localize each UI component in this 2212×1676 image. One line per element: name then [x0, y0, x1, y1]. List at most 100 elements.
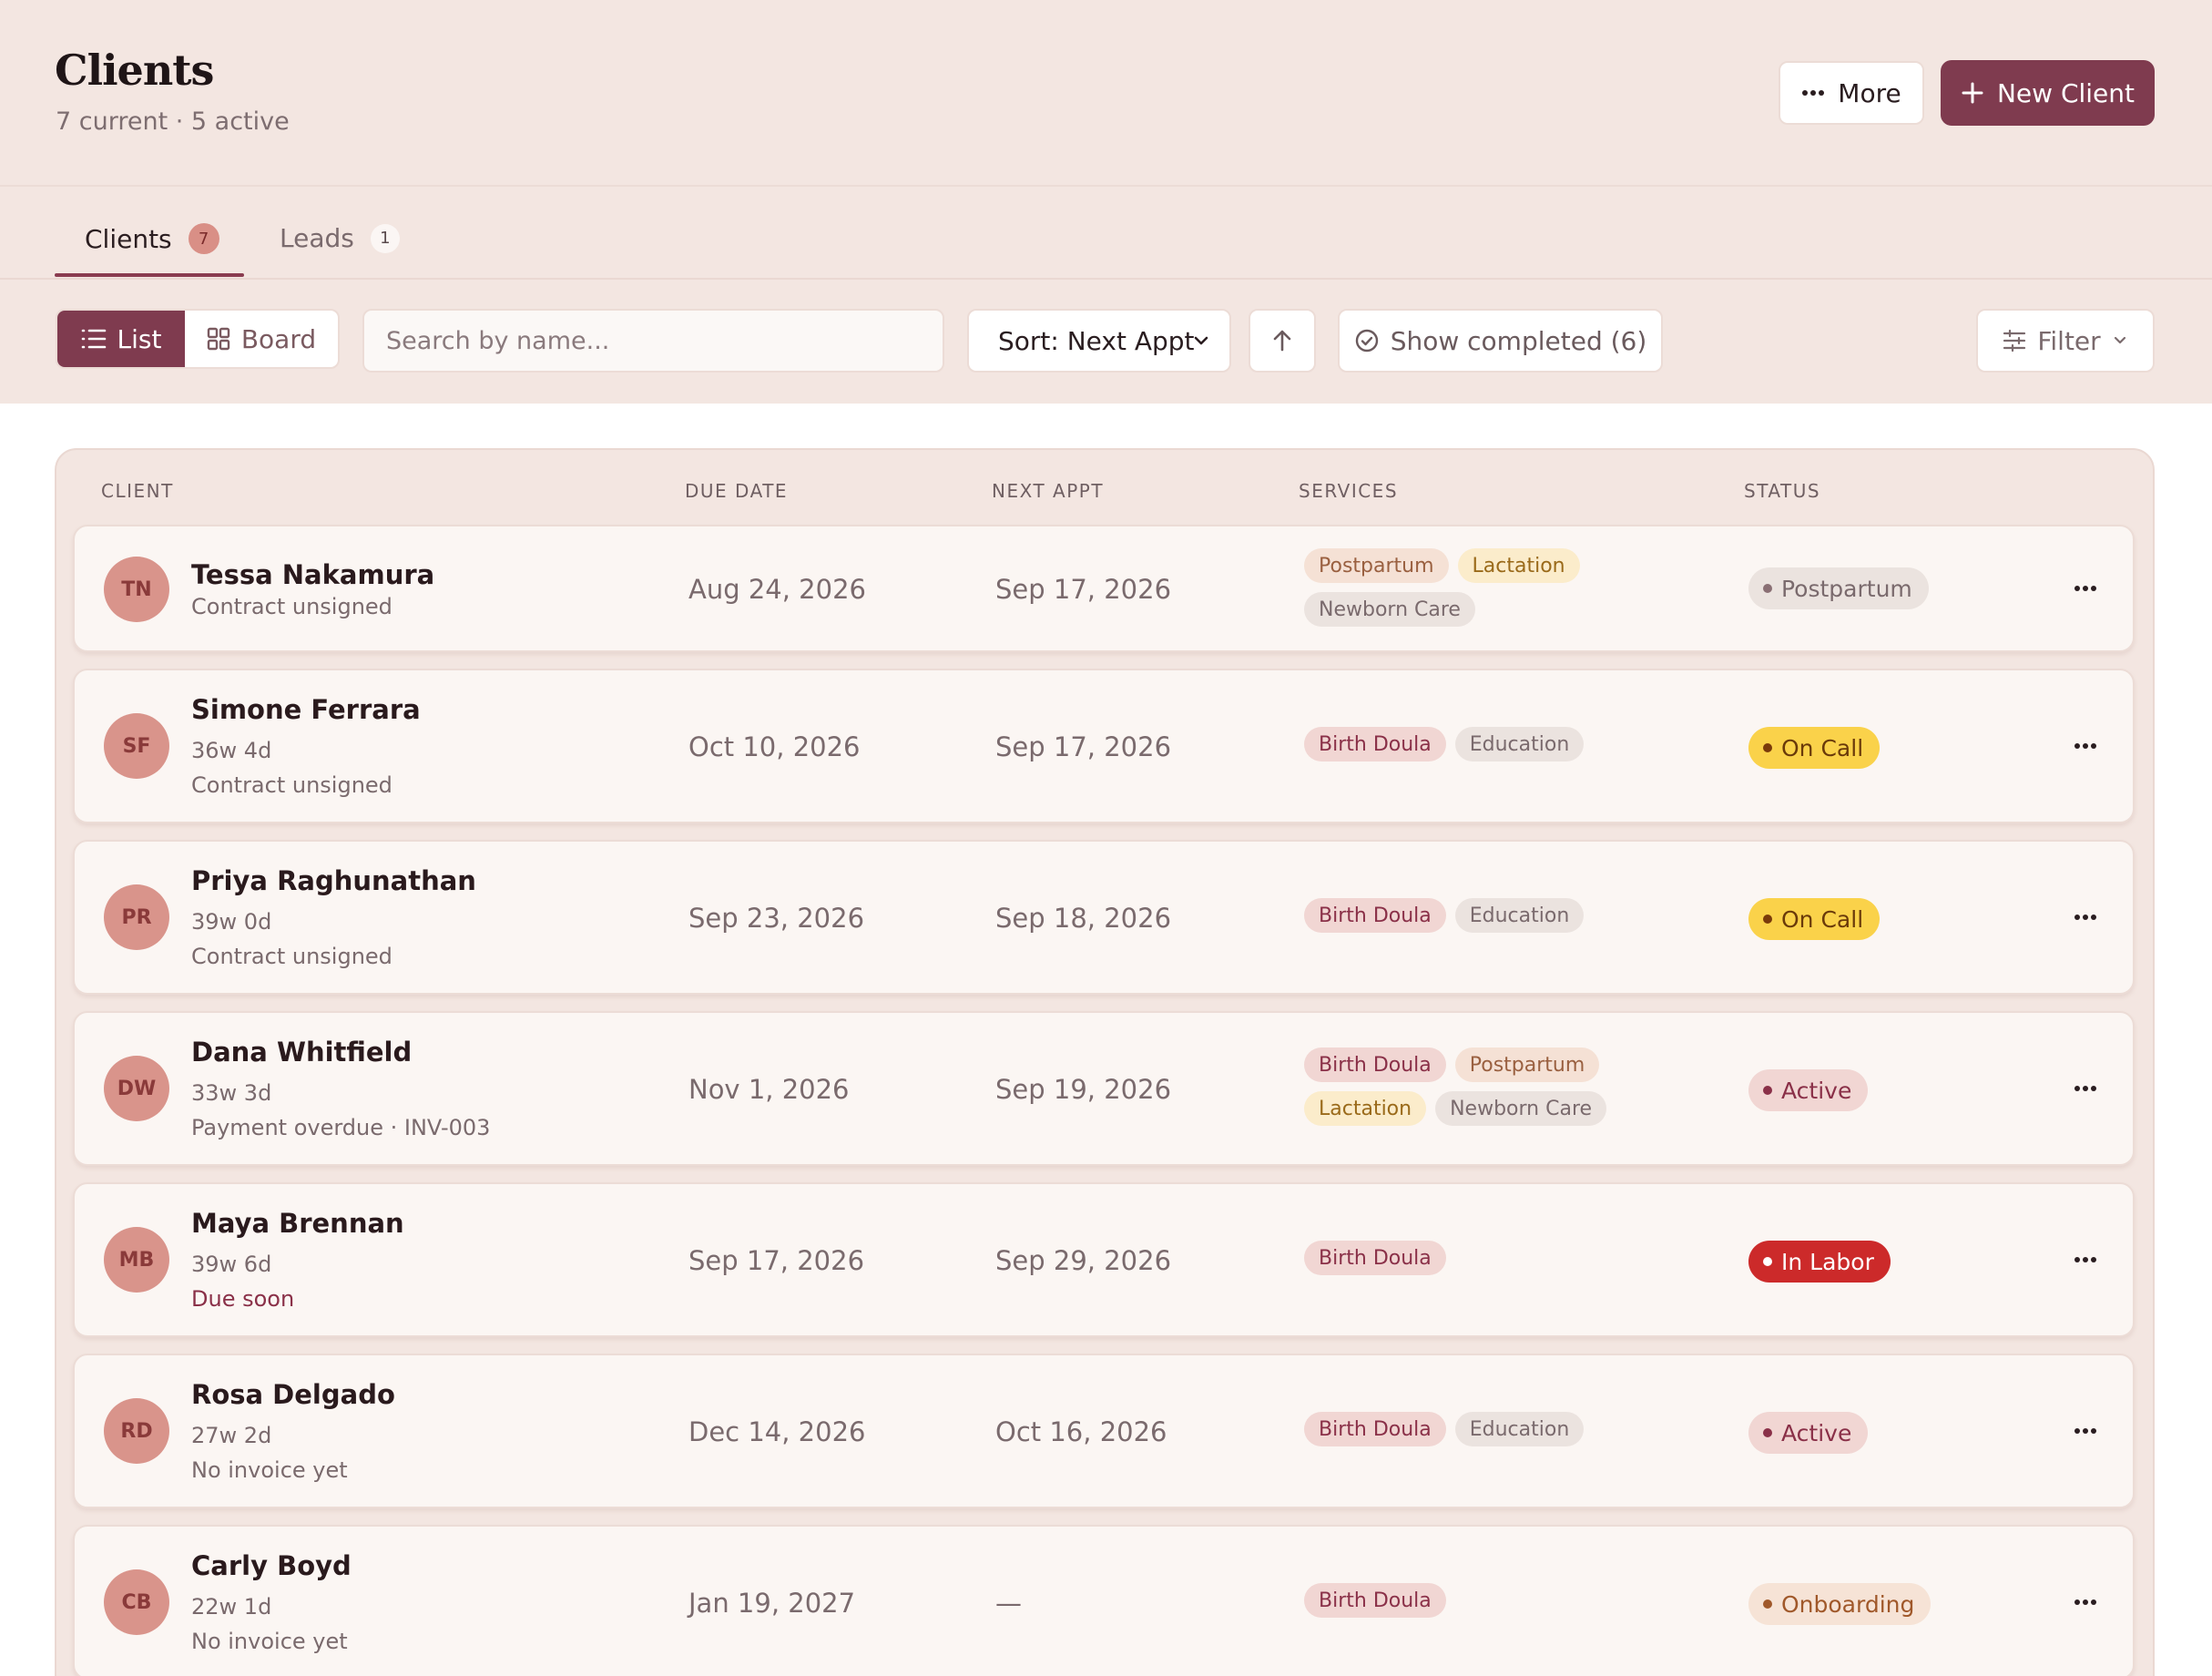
status-badge[interactable]: In Labor — [1748, 1241, 1891, 1283]
plus-icon — [1962, 82, 1983, 104]
service-chip: Lactation — [1457, 548, 1580, 583]
column-header-client: CLIENT — [101, 480, 174, 502]
next-appt: Sep 17, 2026 — [995, 574, 1172, 605]
status-badge[interactable]: Active — [1748, 1412, 1869, 1454]
services-list: Birth Doula — [1304, 1583, 1723, 1618]
service-chip: Education — [1454, 1412, 1585, 1446]
service-chip: Postpartum — [1304, 548, 1449, 583]
view-list-label: List — [117, 323, 162, 354]
page-subtitle: 7 current · 5 active — [56, 107, 290, 136]
table-row[interactable]: CB Carly Boyd 22w 1d No invoice yet Jan 19, … — [73, 1525, 2135, 1676]
row-actions-button[interactable] — [2067, 899, 2104, 935]
chevron-down-icon — [2114, 336, 2125, 344]
client-note: Contract unsigned — [191, 772, 392, 798]
view-board-button[interactable]: Board — [185, 311, 338, 367]
avatar: PR — [104, 884, 169, 950]
avatar: DW — [104, 1056, 169, 1121]
client-note: Contract unsigned — [191, 944, 392, 969]
status-badge[interactable]: On Call — [1748, 898, 1881, 940]
client-name[interactable]: Simone Ferrara — [191, 694, 421, 725]
row-actions-button[interactable] — [2067, 728, 2104, 764]
table-row[interactable]: RD Rosa Delgado 27w 2d No invoice yet Dec 14… — [73, 1354, 2135, 1508]
dots-horizontal-icon — [2074, 1428, 2096, 1434]
filter-button[interactable]: Filter — [1976, 309, 2155, 373]
row-actions-button[interactable] — [2067, 570, 2104, 607]
services-list: Birth Doula Education — [1304, 1412, 1723, 1446]
row-actions-button[interactable] — [2067, 1242, 2104, 1278]
more-button[interactable]: More — [1779, 61, 1924, 125]
services-list: Birth Doula Education — [1304, 898, 1723, 933]
column-header-status: STATUS — [1744, 480, 1821, 502]
filter-label: Filter — [2037, 325, 2101, 356]
table-row[interactable]: TN Tessa Nakamura Contract unsigned Aug 24,… — [73, 525, 2135, 652]
table-row[interactable]: MB Maya Brennan 39w 6d Due soon Sep 17, 2026… — [73, 1182, 2135, 1337]
new-client-button[interactable]: New Client — [1941, 60, 2155, 126]
client-name[interactable]: Carly Boyd — [191, 1550, 352, 1581]
due-date: Sep 17, 2026 — [688, 1245, 865, 1276]
client-name[interactable]: Maya Brennan — [191, 1208, 404, 1239]
services-list: Birth Doula — [1304, 1241, 1723, 1275]
due-date: Nov 1, 2026 — [688, 1074, 850, 1105]
status-label: Active — [1781, 1419, 1852, 1446]
client-name[interactable]: Priya Raghunathan — [191, 865, 476, 896]
row-actions-button[interactable] — [2067, 1584, 2104, 1620]
status-badge[interactable]: On Call — [1748, 727, 1881, 769]
due-date: Jan 19, 2027 — [688, 1588, 856, 1619]
due-date: Dec 14, 2026 — [688, 1416, 866, 1447]
client-name[interactable]: Rosa Delgado — [191, 1379, 395, 1410]
client-name[interactable]: Dana Whitfield — [191, 1037, 412, 1068]
table-row[interactable]: SF Simone Ferrara 36w 4d Contract unsigned O… — [73, 669, 2135, 823]
service-chip: Birth Doula — [1304, 1048, 1446, 1082]
avatar: CB — [104, 1569, 169, 1635]
tab-count-badge: 1 — [370, 223, 400, 253]
avatar: MB — [104, 1227, 169, 1293]
status-dot — [1763, 1086, 1772, 1095]
client-name[interactable]: Tessa Nakamura — [191, 559, 434, 590]
sliders-icon — [2003, 329, 2026, 353]
avatar: RD — [104, 1398, 169, 1464]
table-row[interactable]: DW Dana Whitfield 33w 3d Payment overdue · … — [73, 1011, 2135, 1166]
dots-horizontal-icon — [2074, 586, 2096, 591]
grid-icon — [207, 327, 230, 351]
dots-horizontal-icon — [2074, 1257, 2096, 1262]
table-row[interactable]: PR Priya Raghunathan 39w 0d Contract unsign… — [73, 840, 2135, 995]
list-icon — [81, 329, 106, 349]
tab-label: Clients — [85, 223, 172, 254]
gestation-age: 39w 0d — [191, 909, 272, 935]
active-tab-indicator — [55, 273, 244, 277]
due-date: Sep 23, 2026 — [688, 903, 865, 934]
divider — [0, 278, 2212, 280]
dots-horizontal-icon — [2074, 1599, 2096, 1605]
status-label: Postpartum — [1781, 575, 1912, 602]
service-chip: Newborn Care — [1435, 1091, 1607, 1126]
show-completed-toggle[interactable]: Show completed (6) — [1338, 309, 1663, 373]
due-date: Aug 24, 2026 — [688, 574, 866, 605]
tab-clients[interactable]: Clients 7 — [85, 223, 219, 254]
row-actions-button[interactable] — [2067, 1413, 2104, 1449]
more-button-label: More — [1838, 77, 1901, 108]
status-dot — [1763, 1428, 1772, 1437]
service-chip: Newborn Care — [1304, 592, 1475, 627]
gestation-age: 39w 6d — [191, 1252, 272, 1277]
search-input[interactable] — [362, 309, 944, 373]
sort-direction-button[interactable] — [1249, 309, 1316, 373]
status-badge[interactable]: Postpartum — [1748, 567, 1929, 609]
services-list: Birth Doula Postpartum Lactation Newborn Ca… — [1304, 1048, 1723, 1126]
gestation-age: 33w 3d — [191, 1080, 272, 1106]
page-title: Clients — [55, 46, 214, 95]
sort-select[interactable]: Sort: Next Appt — [967, 309, 1231, 373]
row-actions-button[interactable] — [2067, 1070, 2104, 1107]
client-note: Due soon — [191, 1286, 295, 1312]
status-badge[interactable]: Onboarding — [1748, 1583, 1932, 1625]
view-list-button[interactable]: List — [57, 311, 185, 367]
status-label: Active — [1781, 1077, 1852, 1104]
status-label: In Labor — [1781, 1248, 1874, 1275]
client-note: No invoice yet — [191, 1457, 348, 1483]
service-chip: Education — [1454, 727, 1585, 761]
status-badge[interactable]: Active — [1748, 1069, 1869, 1111]
next-appt: Sep 29, 2026 — [995, 1245, 1172, 1276]
column-header-due-date: DUE DATE — [685, 480, 789, 502]
tab-leads[interactable]: Leads 1 — [280, 223, 400, 253]
client-note: Contract unsigned — [191, 594, 392, 619]
avatar: SF — [104, 713, 169, 779]
